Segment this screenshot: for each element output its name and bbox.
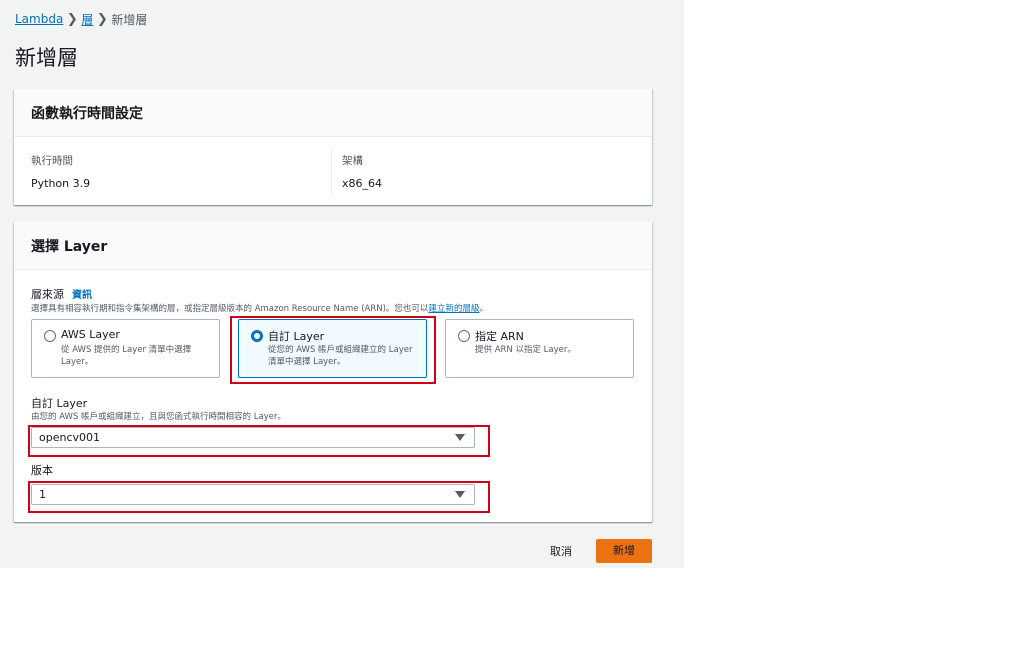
custom-layer-select[interactable]: opencv001 [31,427,475,448]
chevron-right-icon: ❯ [66,11,78,27]
tile-custom-layer-desc: 從您的 AWS 帳戶或組織建立的 Layer 清單中選擇 Layer。 [268,345,413,367]
architecture-info: 架構 x86_64 [342,153,382,190]
layer-source-description: 選擇具有相容執行期和指令集架構的層，或指定層級版本的 Amazon Resour… [31,302,488,314]
architecture-label: 架構 [342,155,363,167]
tile-specify-arn[interactable]: 指定 ARN 提供 ARN 以指定 Layer。 [445,319,634,378]
tile-aws-layer[interactable]: AWS Layer 從 AWS 提供的 Layer 清單中選擇 Layer。 [31,319,220,378]
tile-specify-arn-desc: 提供 ARN 以指定 Layer。 [475,345,576,355]
page-title: 新增層 [15,46,78,70]
add-button[interactable]: 新增 [596,539,652,563]
cancel-button[interactable]: 取消 [541,541,581,563]
caret-down-icon [455,434,465,441]
breadcrumb-layers[interactable]: 層 [81,11,93,28]
runtime-label: 執行時間 [31,155,73,167]
chevron-right-icon: ❯ [96,11,108,27]
radio-aws-layer[interactable] [44,330,56,342]
breadcrumb-lambda[interactable]: Lambda [15,12,63,26]
tile-custom-layer[interactable]: 自訂 Layer 從您的 AWS 帳戶或組織建立的 Layer 清單中選擇 La… [238,319,427,378]
version-select[interactable]: 1 [31,484,475,505]
runtime-settings-panel: 函數執行時間設定 執行時間 Python 3.9 架構 x86_64 [14,89,652,205]
divider [331,149,332,195]
tile-custom-layer-title: 自訂 Layer [268,330,325,343]
console-area: Lambda ❯ 層 ❯ 新增層 新增層 函數執行時間設定 執行時間 Pytho… [0,0,684,568]
architecture-value: x86_64 [342,177,383,190]
runtime-value: Python 3.9 [31,177,91,190]
choose-layer-header: 選擇 Layer [14,222,652,270]
info-link[interactable]: 資訊 [72,290,92,301]
version-select-value: 1 [39,488,46,501]
layer-source-label: 層來源 資訊 [31,286,92,302]
custom-layer-description: 由您的 AWS 帳戶或組織建立，且與您函式執行時間相容的 Layer。 [31,412,286,422]
radio-specify-arn[interactable] [458,330,470,342]
runtime-info: 執行時間 Python 3.9 [31,153,90,190]
layer-source-text: 層來源 [31,288,64,301]
create-layer-link[interactable]: 建立新的層級 [428,304,479,314]
source-desc-suffix: 。 [479,304,488,314]
runtime-settings-header: 函數執行時間設定 [14,89,652,137]
custom-layer-select-value: opencv001 [39,431,101,444]
breadcrumb-current: 新增層 [111,12,148,27]
source-desc-prefix: 選擇具有相容執行期和指令集架構的層，或指定層級版本的 Amazon Resour… [31,304,429,314]
breadcrumb: Lambda ❯ 層 ❯ 新增層 [15,11,147,27]
choose-layer-panel: 選擇 Layer 層來源 資訊 選擇具有相容執行期和指令集架構的層，或指定層級版本… [14,222,652,522]
version-label: 版本 [31,464,53,477]
radio-custom-layer[interactable] [251,330,263,342]
caret-down-icon [455,491,465,498]
tile-aws-layer-title: AWS Layer [61,328,120,341]
tile-specify-arn-title: 指定 ARN [475,330,524,343]
custom-layer-label: 自訂 Layer [31,397,88,410]
tile-aws-layer-desc: 從 AWS 提供的 Layer 清單中選擇 Layer。 [61,345,192,367]
